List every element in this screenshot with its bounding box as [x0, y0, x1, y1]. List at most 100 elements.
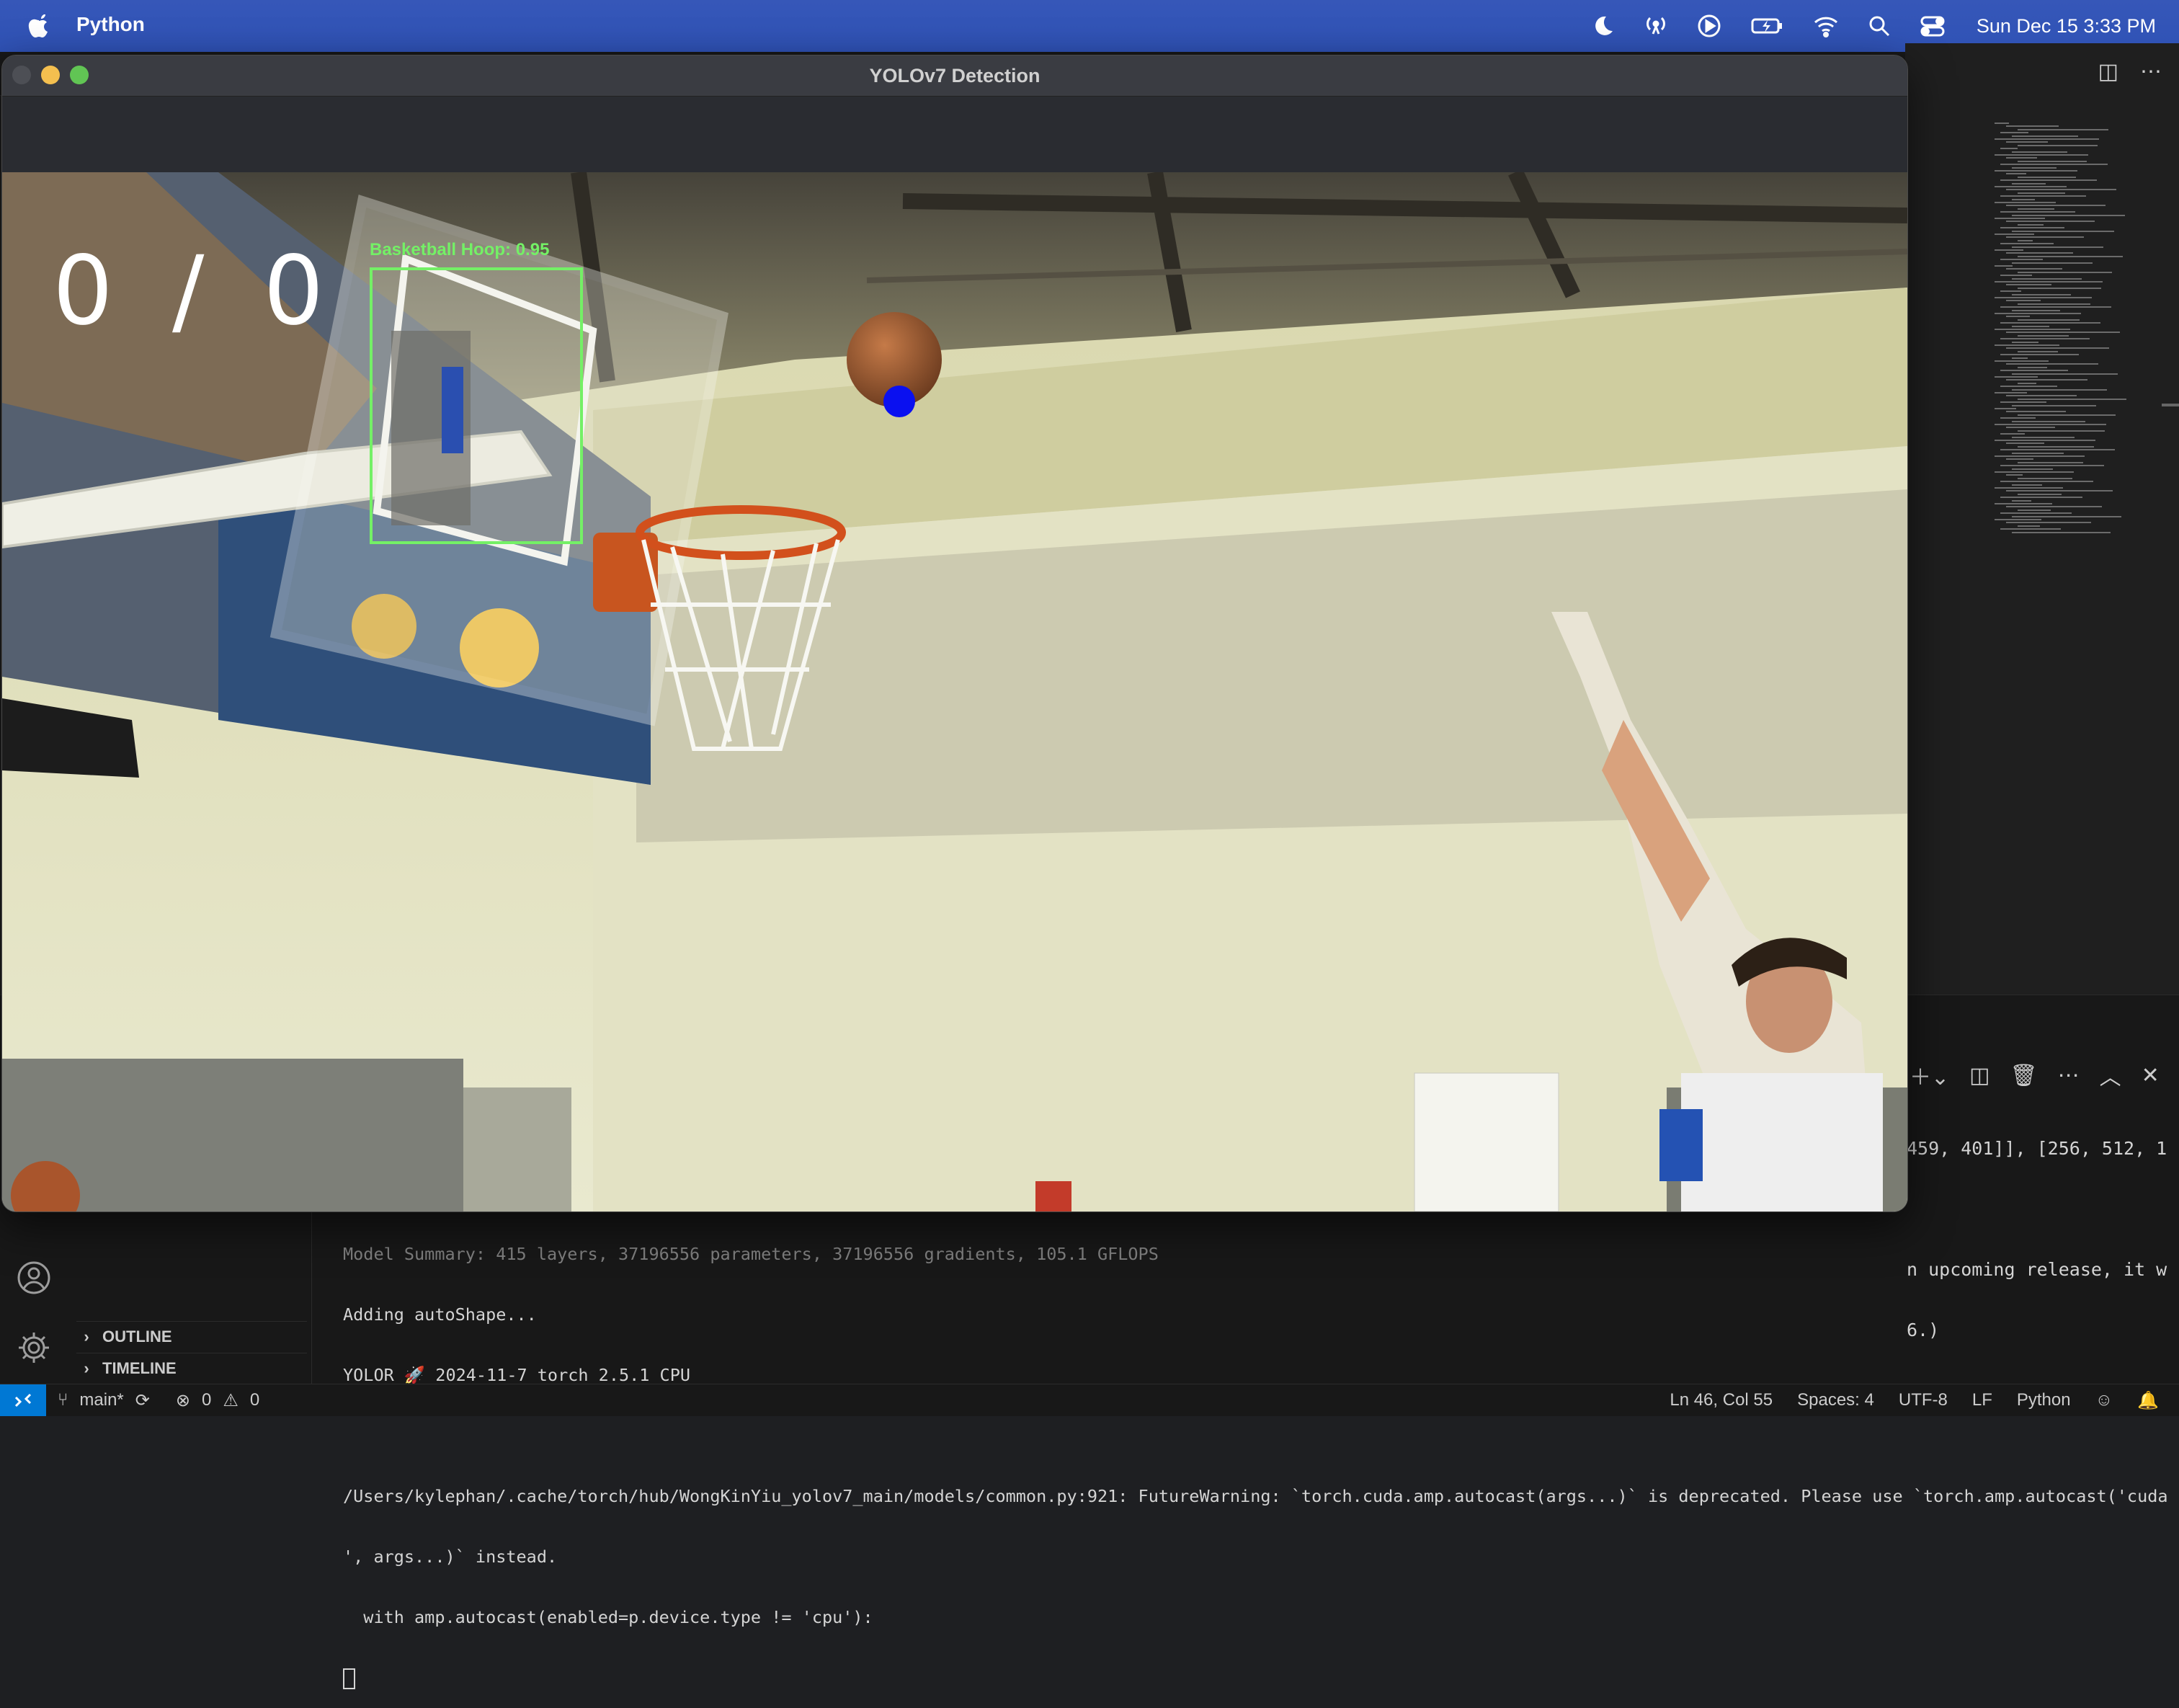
branch-name[interactable]: main* [79, 1390, 123, 1410]
minimap-line [2000, 259, 2043, 261]
moon-icon[interactable] [1589, 12, 1616, 40]
minimap-line [2000, 148, 2018, 150]
minimap-line [2006, 189, 2116, 191]
split-editor-icon[interactable]: ◫ [2098, 59, 2118, 84]
minimap-line [2000, 306, 2111, 308]
minimap-line [2006, 300, 2041, 302]
sync-icon[interactable]: ⟳ [135, 1390, 150, 1411]
account-icon[interactable] [16, 1260, 52, 1296]
terminal-line: Adding autoShape... [343, 1304, 537, 1325]
warning-count[interactable]: 0 [250, 1390, 259, 1410]
broadcast-icon[interactable] [1642, 12, 1670, 40]
minimap-line [2006, 474, 2023, 476]
minimap-line [2018, 319, 2080, 321]
minimap-line [2006, 363, 2098, 365]
minimap-line [1995, 202, 2056, 203]
minimap-line [2000, 211, 2075, 213]
minimap-line [2018, 509, 2051, 511]
minimap-line [2006, 347, 2109, 350]
status-left: ⑂ main* ⟳ ⊗ 0 ⚠ 0 [58, 1384, 259, 1416]
minimap-line [2006, 268, 2062, 270]
minimap-line [2018, 255, 2123, 257]
minimap-line [2018, 414, 2116, 416]
indentation[interactable]: Spaces: 4 [1797, 1390, 1874, 1410]
outline-section-header[interactable]: › OUTLINE [76, 1321, 307, 1352]
minimap-line [2018, 128, 2108, 130]
minimap-line [2006, 284, 2051, 286]
language-mode[interactable]: Python [2017, 1390, 2071, 1410]
apple-logo-icon[interactable] [24, 10, 53, 42]
minimap-line [2006, 316, 2030, 318]
minimap-line [2012, 230, 2114, 232]
window-toolbar [2, 96, 1907, 174]
minimap-line [2006, 490, 2113, 492]
minimap-line [1995, 186, 2067, 187]
minimap-line [2018, 223, 2044, 226]
minimap-line [2000, 243, 2054, 245]
minimap-line [2006, 236, 2084, 239]
minimap-line [1995, 424, 2106, 425]
close-panel-icon[interactable]: ✕ [2142, 1063, 2160, 1088]
minimap-line [2006, 379, 2087, 381]
minimap-line [2000, 465, 2104, 467]
minimap-line [2012, 515, 2121, 517]
minimap[interactable] [1989, 123, 2162, 555]
minimap-line [2000, 512, 2072, 515]
minimap-line [2006, 205, 2106, 207]
minimap-line [1995, 249, 2023, 251]
trash-icon[interactable]: 🗑 [2010, 1063, 2038, 1088]
bell-icon[interactable]: 🔔 [2137, 1390, 2159, 1411]
cursor-position[interactable]: Ln 46, Col 55 [1670, 1390, 1773, 1410]
maximize-panel-icon[interactable]: ︿ [2100, 1059, 2121, 1091]
gear-icon[interactable] [16, 1330, 52, 1366]
minimap-line [2006, 157, 2037, 159]
wifi-icon[interactable] [1812, 12, 1840, 40]
timeline-section-header[interactable]: › TIMELINE [76, 1353, 307, 1384]
search-icon[interactable] [1866, 12, 1893, 40]
minimap-line [1995, 376, 2038, 378]
scrollbar-thumb[interactable] [2162, 404, 2179, 406]
minimap-line [2012, 135, 2078, 137]
minimap-line [2000, 417, 2036, 419]
control-center-icon[interactable] [1919, 12, 1946, 40]
terminal-cursor [343, 1668, 355, 1689]
error-count[interactable]: 0 [202, 1390, 211, 1410]
active-app-name[interactable]: Python [76, 13, 145, 36]
panel-toolbar: ＋⌄ ◫ 🗑 ⋯ ︿ ✕ [1910, 1059, 2160, 1091]
minimap-line [1995, 297, 2092, 298]
more-actions-icon[interactable]: ⋯ [2058, 1063, 2080, 1088]
terminal-line: /Users/kylephan/.cache/torch/hub/WongKin… [343, 1486, 2168, 1506]
minimap-line [1995, 313, 2081, 314]
minimap-line [2018, 493, 2062, 495]
minimap-line [2012, 420, 2085, 422]
score-made: 0 [53, 236, 128, 347]
encoding[interactable]: UTF-8 [1899, 1390, 1948, 1410]
minimap-line [2012, 531, 2111, 533]
chevron-right-icon: › [84, 1359, 89, 1377]
play-circle-icon[interactable] [1695, 12, 1723, 40]
menubar-clock[interactable]: Sun Dec 15 3:33 PM [1977, 15, 2156, 37]
status-bar: ⑂ main* ⟳ ⊗ 0 ⚠ 0 Ln 46, Col 55 Spaces: … [0, 1384, 2179, 1416]
line-ending[interactable]: LF [1972, 1390, 1992, 1410]
new-terminal-icon[interactable]: ＋⌄ [1910, 1059, 1949, 1091]
score-attempts: 0 [263, 236, 339, 347]
shot-counter: 0 / 0 [53, 236, 338, 347]
split-terminal-icon[interactable]: ◫ [1969, 1063, 1989, 1088]
minimap-line [2018, 192, 2065, 194]
more-actions-icon[interactable]: ⋯ [2140, 59, 2162, 84]
terminal-output[interactable]: Model Summary: 415 layers, 37196556 para… [343, 1240, 2173, 1689]
minimap-line [2000, 449, 2115, 451]
minimap-line [2018, 287, 2101, 289]
minimap-line [2000, 370, 2068, 372]
remote-indicator-button[interactable] [0, 1384, 46, 1416]
terminal-line-clipped: Model Summary: 415 layers, 37196556 para… [343, 1244, 1159, 1264]
minimap-line [1995, 170, 2077, 172]
feedback-icon[interactable]: ☺ [2095, 1390, 2113, 1410]
minimap-line [2012, 214, 2125, 216]
minimap-line [2012, 182, 2046, 184]
battery-charging-icon[interactable] [1749, 12, 1786, 40]
minimap-line [2006, 522, 2091, 524]
status-right: Ln 46, Col 55 Spaces: 4 UTF-8 LF Python … [1670, 1384, 2159, 1416]
minimap-line [1995, 154, 2088, 156]
window-titlebar[interactable]: YOLOv7 Detection [2, 55, 1907, 96]
